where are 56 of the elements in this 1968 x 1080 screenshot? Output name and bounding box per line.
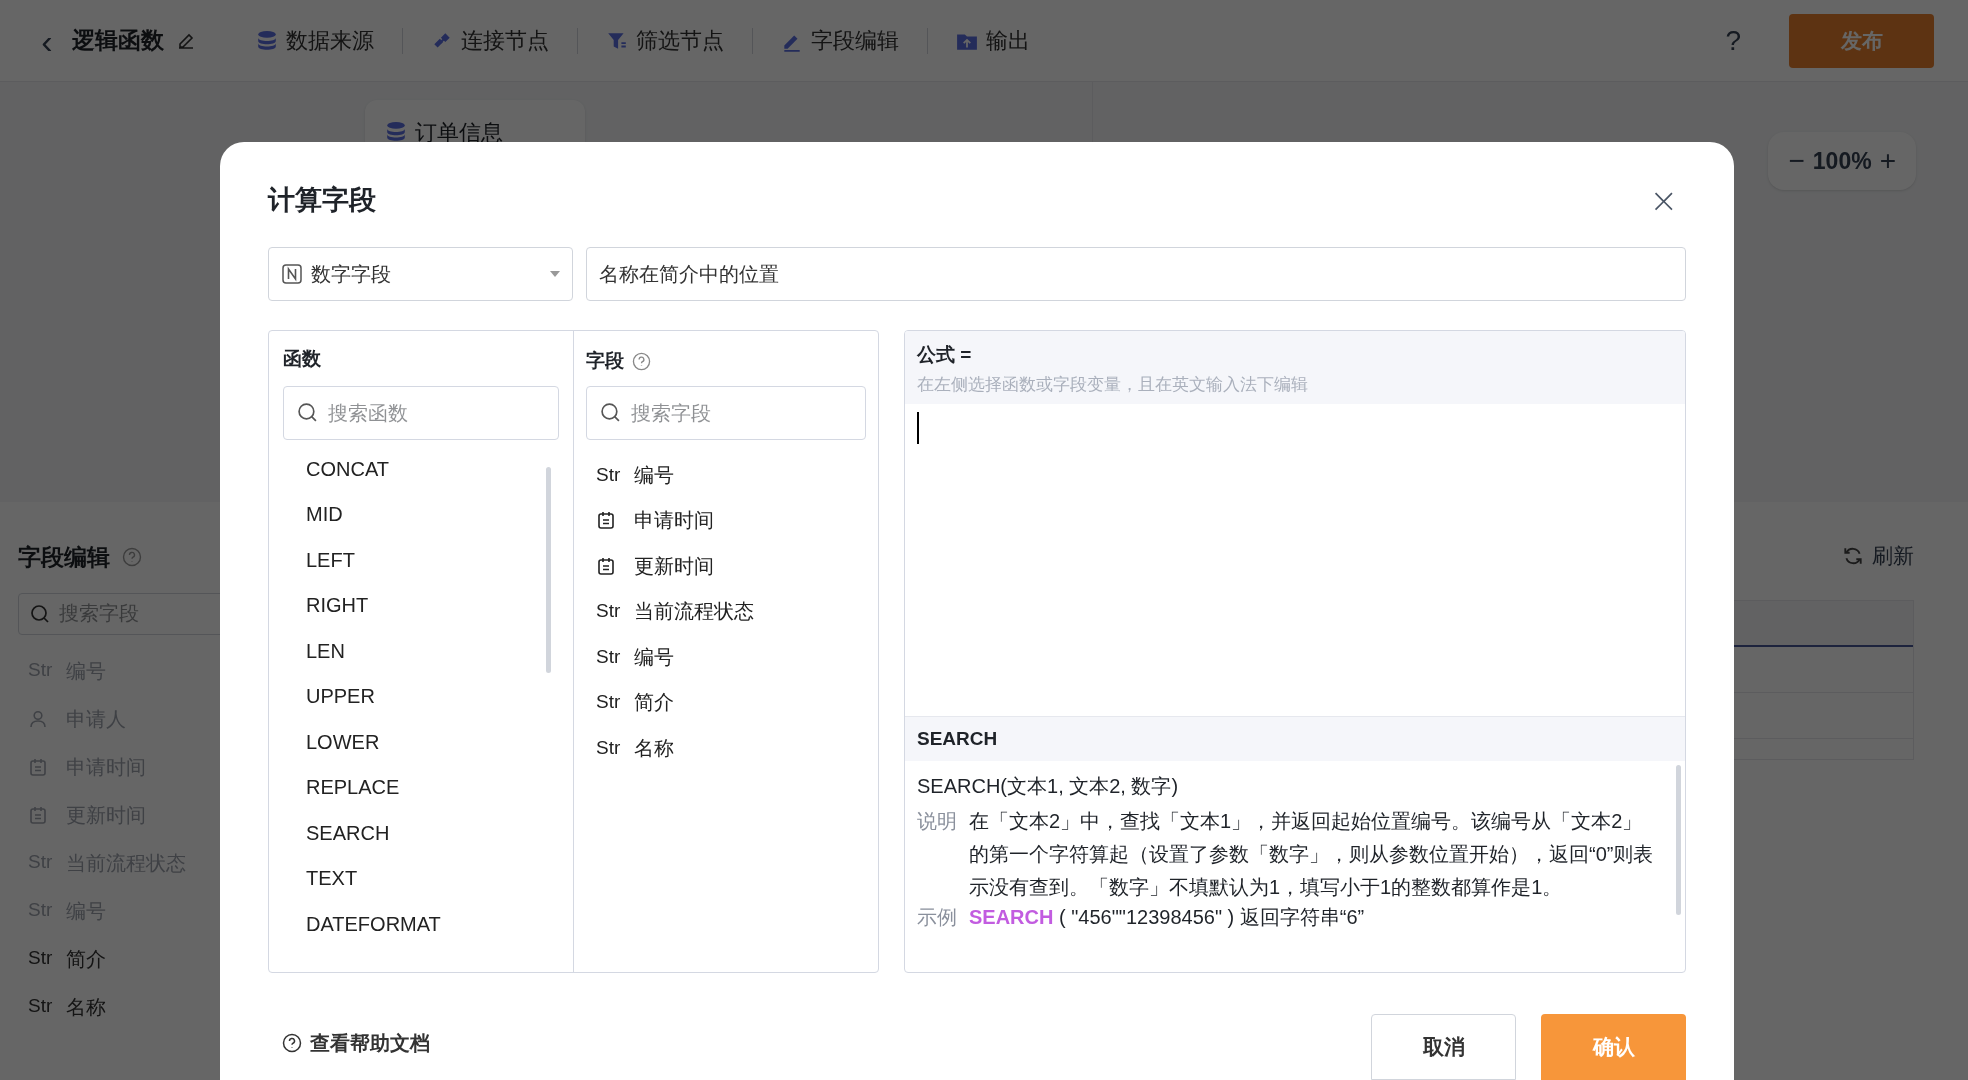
description-label: 说明 xyxy=(917,809,957,834)
description-text: 在「文本2」中，查找「文本1」，并返回起始位置编号。该编号从「文本2」的第一个字符算起（设置了参数「数字」，则从参数位置开始），返回“0”则表示没有查到。「数字」不填默认为1，填写小于1的整数都算作是1。 xyxy=(969,809,1655,900)
function-item[interactable]: LEN xyxy=(306,628,345,674)
calendar-icon xyxy=(596,510,616,531)
caret-icon xyxy=(550,271,560,277)
calendar-icon xyxy=(28,804,48,825)
field-item[interactable]: Str 当前流程状态 xyxy=(596,588,754,634)
name-field[interactable]: 名称在简介中的位置 xyxy=(586,247,1686,301)
help-docs-link[interactable]: 查看帮助文档 xyxy=(282,1028,430,1058)
field-item[interactable]: Str 简介 xyxy=(596,679,674,725)
help-icon[interactable] xyxy=(632,351,651,371)
function-item[interactable]: SEARCH xyxy=(306,810,390,856)
cancel-button[interactable]: 取消 xyxy=(1371,1014,1516,1080)
flow-title: 逻辑函数 xyxy=(72,26,164,56)
close-button[interactable]: × xyxy=(1649,183,1678,217)
search-field[interactable]: 搜索函数 xyxy=(283,386,559,440)
example-text: SEARCH ( "456""12398456" ) 返回字符串“6” xyxy=(969,905,1365,930)
example-label: 示例 xyxy=(917,905,957,930)
function-item[interactable]: MID xyxy=(306,491,343,537)
calendar-icon xyxy=(28,756,48,777)
column-title: 字段 xyxy=(586,348,624,373)
panel-title: 字段编辑 xyxy=(18,543,110,572)
search-icon xyxy=(297,402,318,423)
dialog-title: 计算字段 xyxy=(268,183,376,217)
zoom-level: 100% xyxy=(1812,146,1872,176)
database-icon xyxy=(385,121,407,143)
calendar-icon xyxy=(596,555,616,576)
function-item[interactable]: REPLACE xyxy=(306,764,400,810)
field-item[interactable]: Str 名称 xyxy=(596,725,674,771)
search-field[interactable]: 搜索字段 xyxy=(586,386,866,440)
scrollbar[interactable] xyxy=(1676,765,1681,915)
search-icon xyxy=(30,603,50,624)
function-item[interactable]: LEFT xyxy=(306,537,355,583)
function-signature: SEARCH(文本1, 文本2, 数字) xyxy=(917,774,1180,799)
function-item[interactable]: RIGHT xyxy=(306,582,369,628)
database-icon xyxy=(256,29,278,52)
help-icon[interactable] xyxy=(122,547,142,568)
search-icon xyxy=(600,402,621,423)
field-item[interactable]: Str 编号 xyxy=(596,634,674,680)
field-item[interactable]: 申请时间 xyxy=(596,497,714,543)
function-item[interactable]: CONCAT xyxy=(306,446,389,492)
formula-label: 公式 = xyxy=(917,343,973,367)
field-item[interactable]: 更新时间 xyxy=(596,543,714,589)
function-item[interactable]: TEXT xyxy=(306,855,358,901)
function-item[interactable]: DATEFORMAT xyxy=(306,901,441,947)
field-item[interactable]: Str 编号 xyxy=(596,452,674,498)
formula-hint: 在左侧选择函数或字段变量，且在英文输入法下编辑 xyxy=(917,373,1309,396)
column-title: 函数 xyxy=(283,347,322,371)
scrollbar[interactable] xyxy=(546,467,551,673)
function-item[interactable]: UPPER xyxy=(306,673,375,719)
number-field-icon xyxy=(281,263,303,285)
person-icon xyxy=(28,708,48,729)
type-select[interactable]: 数字字段 xyxy=(268,247,573,301)
function-name: SEARCH xyxy=(917,726,998,751)
help-icon xyxy=(282,1033,302,1053)
function-item[interactable]: LOWER xyxy=(306,719,380,765)
